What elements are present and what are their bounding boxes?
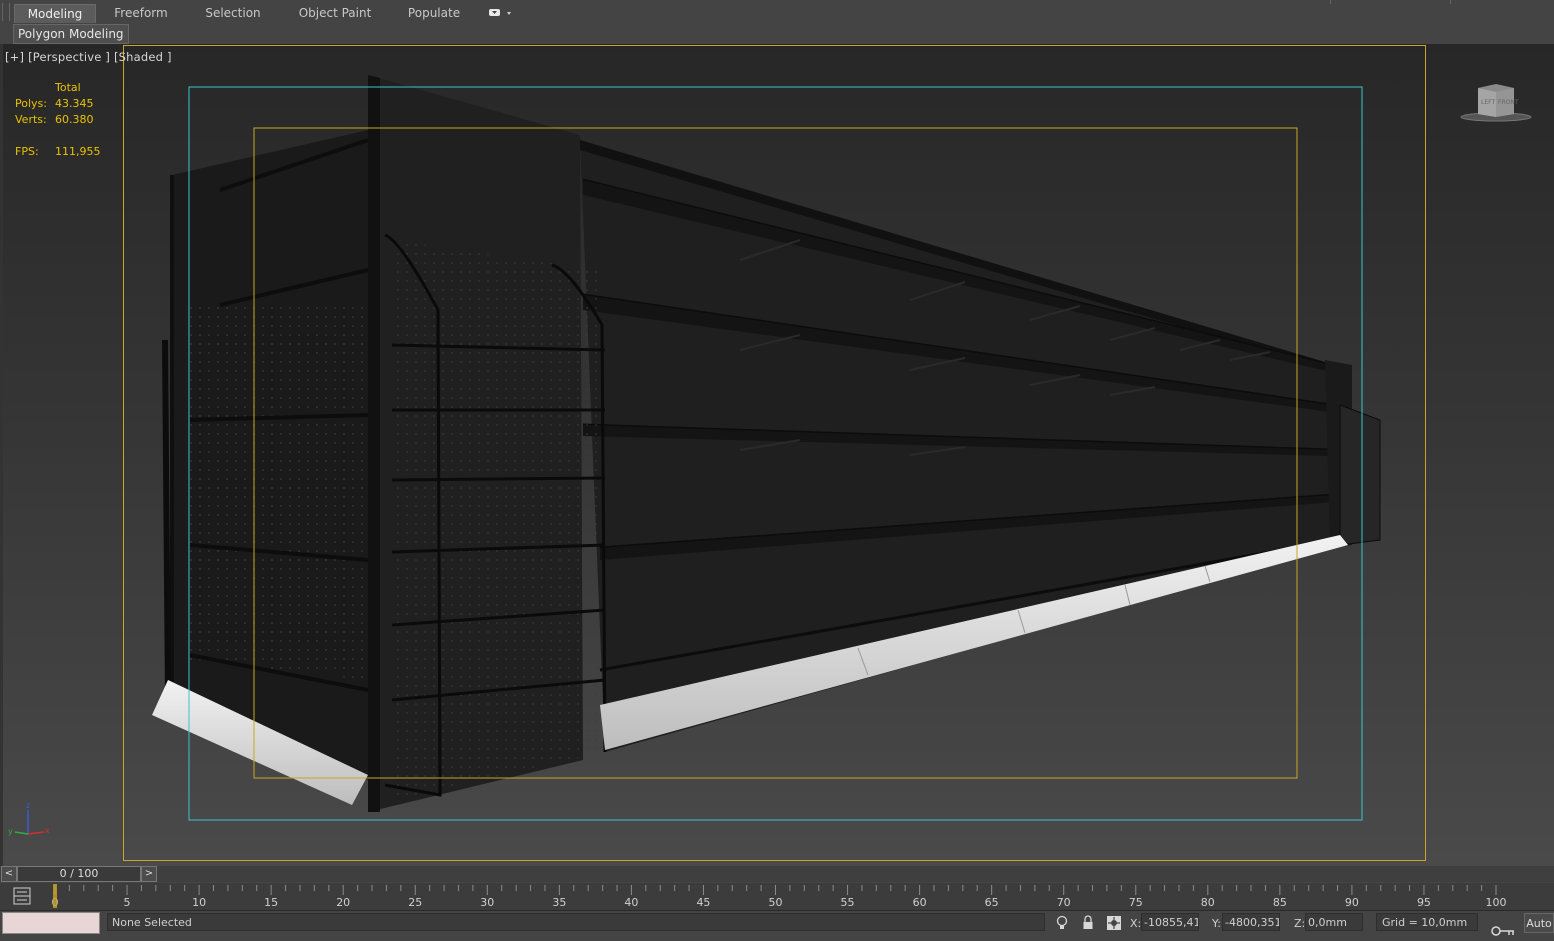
viewcube[interactable]: LEFT FRONT (1460, 80, 1532, 124)
prev-frame-button[interactable]: < (1, 866, 17, 882)
axis-x-label: x (45, 826, 50, 835)
frame-tick-label: 70 (1057, 896, 1071, 909)
frame-tick-label: 15 (264, 896, 278, 909)
y-coord-label: Y: (1212, 917, 1221, 930)
current-frame-marker (53, 884, 57, 908)
verts-label: Verts: (15, 113, 47, 126)
ribbon-options-icon (489, 9, 511, 16)
ribbon-grip[interactable] (2, 3, 10, 21)
tab-freeform[interactable]: Freeform (105, 4, 177, 22)
viewcube-left-face: LEFT (1481, 99, 1495, 106)
frame-tick-label: 60 (913, 896, 927, 909)
viewcube-icon: LEFT FRONT (1460, 84, 1532, 122)
ribbon-divider (1330, 0, 1331, 4)
frame-tick-label: 50 (769, 896, 783, 909)
ribbon-divider (1450, 0, 1451, 4)
selection-lock-toggle[interactable] (1080, 914, 1096, 932)
fps-label: FPS: (15, 145, 39, 158)
viewcube-front-face: FRONT (1498, 99, 1519, 106)
frame-tick-label: 35 (552, 896, 566, 909)
tab-populate[interactable]: Populate (400, 4, 468, 22)
y-coord-field[interactable]: -4800,351r (1222, 913, 1280, 931)
fps-value: 111,955 (55, 145, 101, 158)
frame-tick-label: 80 (1201, 896, 1215, 909)
time-slider-thumb[interactable]: 0 / 100 (17, 866, 141, 882)
polys-label: Polys: (15, 97, 47, 110)
frame-tick-label: 40 (624, 896, 638, 909)
lock-icon (1083, 915, 1093, 929)
auto-key-button[interactable]: Auto (1524, 913, 1554, 933)
stats-header: Total (55, 81, 81, 94)
ribbon-panel-bar: Polygon Modeling (0, 24, 1554, 44)
frame-tick-label: 30 (480, 896, 494, 909)
frame-tick-label: 5 (124, 896, 131, 909)
tab-object-paint[interactable]: Object Paint (293, 4, 377, 22)
viewport-label-menu[interactable]: [+] [Perspective ] [Shaded ] (5, 50, 172, 64)
next-frame-button[interactable]: > (141, 866, 157, 882)
frame-tick-label: 45 (696, 896, 710, 909)
frame-tick-label: 95 (1417, 896, 1431, 909)
verts-value: 60.380 (55, 113, 94, 126)
frame-tick-label: 65 (985, 896, 999, 909)
frame-tick-label: 85 (1273, 896, 1287, 909)
axis-tripod-icon: z y x (8, 801, 50, 836)
ribbon-options-dropdown[interactable] (486, 6, 514, 20)
transform-mode-icon (1107, 916, 1121, 930)
selection-status-text: None Selected (107, 913, 1045, 931)
grid-size-display: Grid = 10,0mm (1376, 913, 1478, 931)
ribbon-tab-bar: Modeling Freeform Selection Object Paint… (0, 0, 1554, 25)
tab-selection[interactable]: Selection (197, 4, 269, 22)
bulb-icon (1056, 915, 1068, 929)
frame-tick-label: 10 (192, 896, 206, 909)
x-coord-field[interactable]: -10855,416 (1141, 913, 1199, 931)
frame-tick-label: 25 (408, 896, 422, 909)
x-coord-label: X: (1130, 917, 1142, 930)
axis-tripod: z y x (6, 800, 52, 840)
isolate-selection-toggle[interactable] (1054, 914, 1070, 932)
frame-tick-label: 100 (1486, 896, 1507, 909)
trackbar-ruler: 0510152025303540455055606570758085909510… (52, 884, 1507, 909)
frame-tick-label: 20 (336, 896, 350, 909)
axis-z-label: z (26, 801, 30, 810)
polygon-modeling-panel-title[interactable]: Polygon Modeling (13, 24, 129, 44)
set-key-mode-button[interactable] (1490, 924, 1516, 938)
z-coord-field[interactable]: 0,0mm (1305, 913, 1363, 931)
time-slider-bar (0, 866, 1554, 882)
axis-y-label: y (8, 827, 13, 836)
frame-tick-label: 55 (841, 896, 855, 909)
maxscript-listener-mini[interactable] (2, 912, 100, 934)
key-icon (1491, 926, 1514, 936)
frame-tick-label: 75 (1129, 896, 1143, 909)
z-coord-label: Z: (1294, 917, 1306, 930)
tab-modeling[interactable]: Modeling (14, 4, 96, 23)
frame-tick-label: 90 (1345, 896, 1359, 909)
safe-frame-border (123, 45, 1426, 861)
absolute-transform-toggle[interactable] (1105, 914, 1123, 932)
polys-value: 43.345 (55, 97, 94, 110)
